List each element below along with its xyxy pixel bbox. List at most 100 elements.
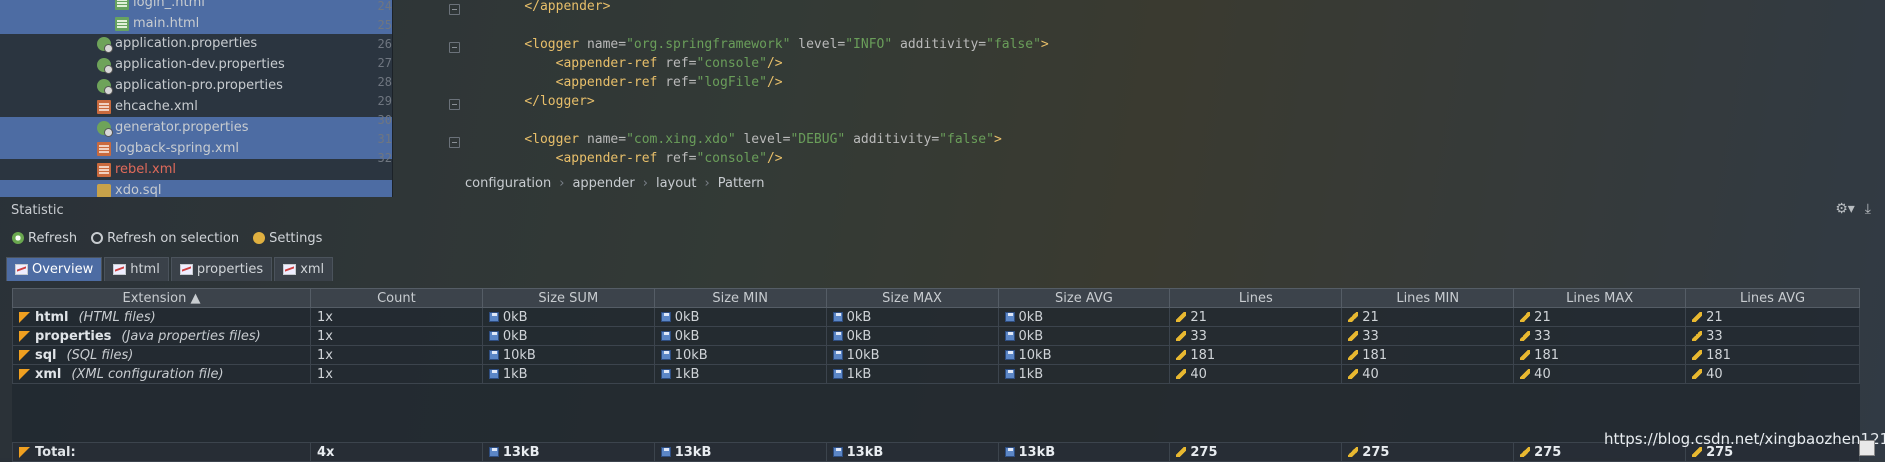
line-number: 24	[377, 0, 392, 13]
cell-size-min: 0kB	[653, 326, 827, 346]
cell-lines-min: 181	[1341, 345, 1515, 365]
floppy-disk-icon	[660, 312, 671, 322]
cell-value: 1x	[316, 328, 333, 344]
cell-count: 1x	[309, 307, 483, 327]
column-header-size-min[interactable]: Size MIN	[653, 288, 827, 308]
extension-description: (XML configuration file)	[71, 366, 224, 382]
cell-value: 13kB	[846, 444, 884, 460]
column-header-size-max[interactable]: Size MAX	[825, 288, 999, 308]
floppy-disk-icon	[488, 369, 499, 379]
pencil-icon	[1176, 312, 1187, 322]
extension-cell: xml (XML configuration file)	[12, 364, 311, 384]
floppy-disk-icon	[488, 350, 499, 360]
code-line: <appender-ref ref="console"/>	[493, 151, 783, 170]
corner-widget[interactable]	[1859, 440, 1875, 456]
code-line: <logger name="com.xing.xdo" level="DEBUG…	[493, 132, 1002, 151]
cell-size-max: 13kB	[825, 442, 999, 462]
code-line: <appender-ref ref="logFile"/>	[493, 75, 783, 94]
column-header-lines[interactable]: Lines	[1169, 288, 1343, 308]
cell-lines-max: 21	[1513, 307, 1687, 327]
cell-value: 33	[1534, 328, 1551, 344]
code-token: </appender>	[524, 0, 611, 14]
cell-value: 1kB	[674, 366, 700, 382]
table-row[interactable]: html (HTML files) 1x 0kB 0kB 0kB 0kB 21 21 21 21	[12, 307, 1860, 327]
line-number: 29	[377, 94, 392, 108]
column-header-size-sum[interactable]: Size SUM	[481, 288, 655, 308]
cell-value: 1kB	[502, 366, 528, 382]
code-token: name=	[586, 37, 627, 52]
refresh-button[interactable]: Refresh	[12, 231, 77, 246]
table-row[interactable]: properties (Java properties files) 1x 0kB 0k…	[12, 326, 1860, 346]
code-line: </appender>	[493, 0, 610, 18]
extension-cell-content: sql (SQL files)	[19, 348, 310, 363]
fold-marker-icon[interactable]	[449, 42, 460, 53]
settings-button[interactable]: Settings	[253, 231, 322, 246]
extension-cell: properties (Java properties files)	[12, 326, 311, 346]
extension-name: properties	[35, 328, 112, 344]
code-token: "false"	[986, 37, 1041, 52]
file-type-icon	[19, 368, 30, 380]
breadcrumb-configuration[interactable]: configuration	[465, 176, 551, 191]
cell-value: 0kB	[846, 328, 872, 344]
column-header-lines-max[interactable]: Lines MAX	[1513, 288, 1687, 308]
cell-value: 10kB	[1018, 347, 1052, 363]
breadcrumb-pattern[interactable]: Pattern	[718, 176, 765, 191]
column-header-size-avg[interactable]: Size AVG	[997, 288, 1171, 308]
cell-size-sum: 10kB	[481, 345, 655, 365]
code-token: "console"	[696, 56, 767, 71]
cell-size-min: 0kB	[653, 307, 827, 327]
pencil-icon	[1520, 312, 1531, 322]
code-token: >	[993, 132, 1002, 147]
fold-marker-icon[interactable]	[449, 137, 460, 148]
breadcrumb-appender[interactable]: appender	[572, 176, 634, 191]
column-header-lines-avg[interactable]: Lines AVG	[1685, 288, 1860, 308]
tab-xml[interactable]: xml	[274, 257, 334, 281]
code-token: </logger>	[524, 94, 595, 109]
cell-lines-avg: 21	[1685, 307, 1860, 327]
tab-properties[interactable]: properties	[170, 257, 273, 281]
column-header-count[interactable]: Count	[309, 288, 483, 308]
extension-cell: Total:	[12, 442, 311, 462]
cell-count: 4x	[309, 442, 483, 462]
column-header-lines-min[interactable]: Lines MIN	[1341, 288, 1515, 308]
extension-name: html	[35, 309, 69, 325]
line-number: 26	[377, 37, 392, 51]
cell-value: 10kB	[674, 347, 708, 363]
cell-value: 13kB	[674, 444, 712, 460]
line-number: 28	[377, 75, 392, 89]
cell-value: 33	[1190, 328, 1207, 344]
code-token: ref=	[665, 75, 697, 90]
total-row[interactable]: Total: 4x 13kB 13kB 13kB 13kB 275 275 275 275	[12, 442, 1860, 462]
overview-chart-icon	[15, 264, 28, 275]
gear-icon[interactable]: ⚙▾	[1835, 201, 1855, 217]
cell-value: 1kB	[846, 366, 872, 382]
refresh-on-selection-button[interactable]: Refresh on selection	[91, 231, 239, 246]
table-row[interactable]: sql (SQL files) 1x 10kB 10kB 10kB 10kB 181 181 18…	[12, 345, 1860, 365]
cell-value: 275	[1362, 444, 1390, 460]
tab-label: properties	[196, 262, 264, 277]
tree-item-label: xdo.sql	[115, 183, 162, 197]
pencil-icon	[1520, 447, 1531, 457]
floppy-disk-icon	[832, 331, 843, 341]
floppy-disk-icon	[488, 447, 499, 457]
fold-marker-icon[interactable]	[449, 4, 460, 15]
table-row[interactable]: xml (XML configuration file) 1x 1kB 1kB 1kB 1k…	[12, 364, 1860, 384]
line-number: 30	[377, 113, 392, 127]
fold-marker-icon[interactable]	[449, 99, 460, 110]
total-label: Total:	[35, 444, 76, 460]
column-header-extension[interactable]: Extension ▲	[12, 288, 311, 308]
hide-panel-icon[interactable]: ⤓	[1865, 201, 1871, 217]
tab-overview[interactable]: Overview	[6, 257, 103, 281]
cell-size-avg: 0kB	[997, 307, 1171, 327]
tab-html[interactable]: html	[104, 257, 169, 281]
table-header-row: Extension ▲ Count Size SUM Size MIN Size…	[12, 288, 1860, 308]
breadcrumb-layout[interactable]: layout	[656, 176, 697, 191]
cell-value: 0kB	[502, 309, 528, 325]
tree-item[interactable]: xdo.sql	[0, 180, 392, 197]
extension-description: (SQL files)	[66, 347, 134, 363]
cell-value: 10kB	[502, 347, 536, 363]
cell-lines: 275	[1169, 442, 1343, 462]
